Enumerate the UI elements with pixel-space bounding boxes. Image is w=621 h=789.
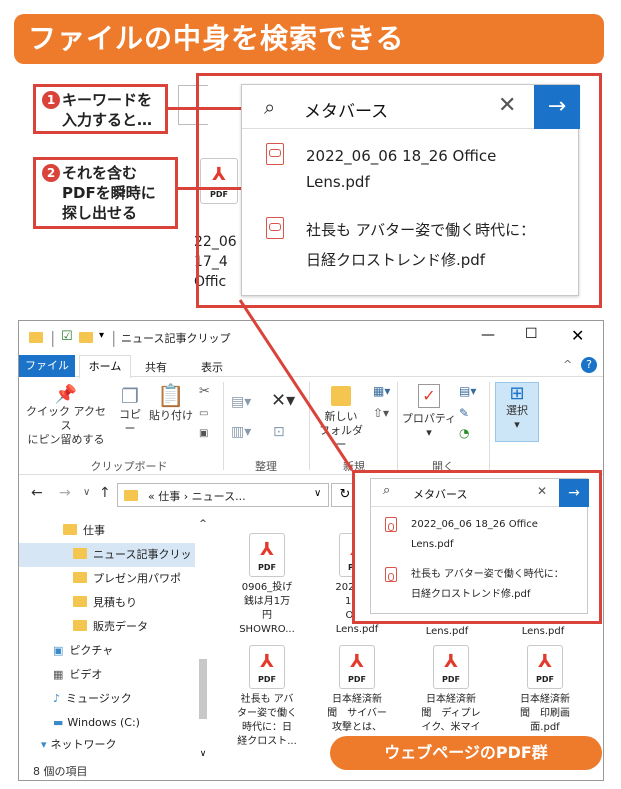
window-search-dropdown: ⌕ メタバース ✕ → 2022_06_06 18_26 Office Lens.… bbox=[370, 478, 589, 614]
clear-icon[interactable]: ✕ bbox=[537, 484, 547, 498]
window-search-box[interactable]: ⌕ メタバース ✕ → bbox=[371, 479, 589, 507]
search-go-button[interactable]: → bbox=[559, 479, 589, 507]
connector-line bbox=[238, 299, 354, 471]
pdf-file-icon bbox=[385, 567, 397, 582]
search-icon: ⌕ bbox=[383, 483, 391, 498]
pdf-file-icon bbox=[385, 517, 397, 532]
pdf-group-tag: ウェブページのPDF群 bbox=[330, 736, 602, 770]
window-search-query: メタバース bbox=[413, 488, 468, 501]
window-result-1[interactable]: 2022_06_06 18_26 Office Lens.pdf bbox=[371, 513, 589, 557]
window-result-2[interactable]: 社長も アバター姿で働く時代に： 日経クロストレンド修.pdf bbox=[371, 563, 589, 607]
